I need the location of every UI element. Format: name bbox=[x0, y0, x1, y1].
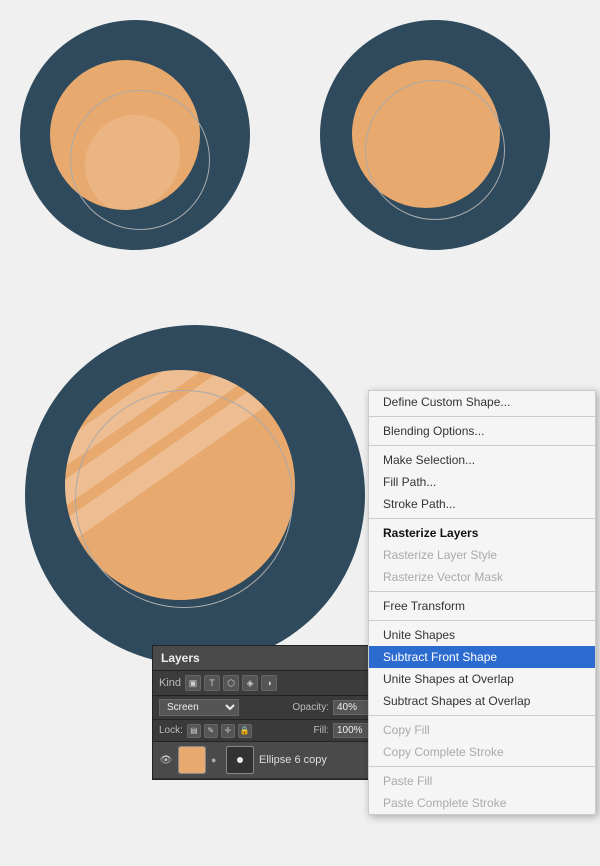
layer-mask-thumbnail bbox=[226, 746, 254, 774]
separator-7 bbox=[369, 766, 595, 767]
menu-item-subtract-front-shape[interactable]: Subtract Front Shape bbox=[369, 646, 595, 668]
lock-icons: ▤ ✎ ✛ 🔒 bbox=[187, 724, 252, 738]
layer-thumbnail bbox=[178, 746, 206, 774]
menu-item-copy-complete-stroke: Copy Complete Stroke bbox=[369, 741, 595, 763]
separator-6 bbox=[369, 715, 595, 716]
lock-image-btn[interactable]: ✎ bbox=[204, 724, 218, 738]
layer-row[interactable]: 👁 ● Ellipse 6 copy bbox=[153, 742, 381, 779]
fill-label: Fill: bbox=[313, 725, 329, 736]
layers-panel-title: Layers bbox=[153, 646, 381, 671]
menu-item-unite-shapes[interactable]: Unite Shapes bbox=[369, 624, 595, 646]
layer-visibility-toggle[interactable]: 👁 bbox=[159, 753, 173, 767]
context-menu: Define Custom Shape... Blending Options.… bbox=[368, 390, 596, 815]
menu-item-fill-path[interactable]: Fill Path... bbox=[369, 471, 595, 493]
filter-icon-type[interactable]: T bbox=[204, 675, 220, 691]
lock-transparent-btn[interactable]: ▤ bbox=[187, 724, 201, 738]
menu-item-paste-complete-stroke: Paste Complete Stroke bbox=[369, 792, 595, 814]
filter-label: Kind bbox=[159, 677, 181, 689]
filter-icons: ▣ T ⬡ ◈ ◑ bbox=[185, 675, 277, 691]
circle-group-bottom bbox=[10, 310, 380, 680]
opacity-label: Opacity: bbox=[292, 702, 329, 713]
blend-mode-dropdown[interactable]: Screen Normal Multiply bbox=[159, 699, 239, 716]
separator-1 bbox=[369, 416, 595, 417]
layers-panel: Layers Kind ▣ T ⬡ ◈ ◑ Screen Normal Mult… bbox=[152, 645, 382, 780]
layer-link-icon: ● bbox=[211, 753, 221, 767]
lock-all-btn[interactable]: 🔒 bbox=[238, 724, 252, 738]
menu-item-make-selection[interactable]: Make Selection... bbox=[369, 449, 595, 471]
filter-icon-adjustment[interactable]: ◑ bbox=[261, 675, 277, 691]
separator-5 bbox=[369, 620, 595, 621]
menu-item-paste-fill: Paste Fill bbox=[369, 770, 595, 792]
menu-item-copy-fill: Copy Fill bbox=[369, 719, 595, 741]
filter-icon-smart[interactable]: ◈ bbox=[242, 675, 258, 691]
menu-item-rasterize-layer-style: Rasterize Layer Style bbox=[369, 544, 595, 566]
layer-name: Ellipse 6 copy bbox=[259, 754, 375, 766]
menu-item-blending-options[interactable]: Blending Options... bbox=[369, 420, 595, 442]
menu-item-rasterize-layers[interactable]: Rasterize Layers bbox=[369, 522, 595, 544]
layer-mask-dot bbox=[237, 757, 243, 763]
outline-circle-bl bbox=[75, 390, 293, 608]
menu-item-rasterize-vector-mask: Rasterize Vector Mask bbox=[369, 566, 595, 588]
lock-label: Lock: bbox=[159, 725, 183, 736]
filter-icon-shape[interactable]: ⬡ bbox=[223, 675, 239, 691]
separator-3 bbox=[369, 518, 595, 519]
menu-item-free-transform[interactable]: Free Transform bbox=[369, 595, 595, 617]
menu-item-unite-shapes-at-overlap[interactable]: Unite Shapes at Overlap bbox=[369, 668, 595, 690]
layers-lock-row: Lock: ▤ ✎ ✛ 🔒 Fill: 100% bbox=[153, 720, 381, 742]
outline-circle-tr bbox=[365, 80, 505, 220]
canvas-area: Define Custom Shape... Blending Options.… bbox=[0, 0, 600, 866]
layers-filter-row: Kind ▣ T ⬡ ◈ ◑ bbox=[153, 671, 381, 696]
circle-group-top-right bbox=[310, 10, 560, 260]
circle-group-top-left bbox=[10, 10, 260, 260]
outline-circle-tl bbox=[70, 90, 210, 230]
separator-4 bbox=[369, 591, 595, 592]
menu-item-stroke-path[interactable]: Stroke Path... bbox=[369, 493, 595, 515]
lock-position-btn[interactable]: ✛ bbox=[221, 724, 235, 738]
layers-blend-row: Screen Normal Multiply Opacity: 40% bbox=[153, 696, 381, 720]
separator-2 bbox=[369, 445, 595, 446]
menu-item-subtract-shapes-at-overlap[interactable]: Subtract Shapes at Overlap bbox=[369, 690, 595, 712]
menu-item-define-custom-shape[interactable]: Define Custom Shape... bbox=[369, 391, 595, 413]
filter-icon-pixel[interactable]: ▣ bbox=[185, 675, 201, 691]
